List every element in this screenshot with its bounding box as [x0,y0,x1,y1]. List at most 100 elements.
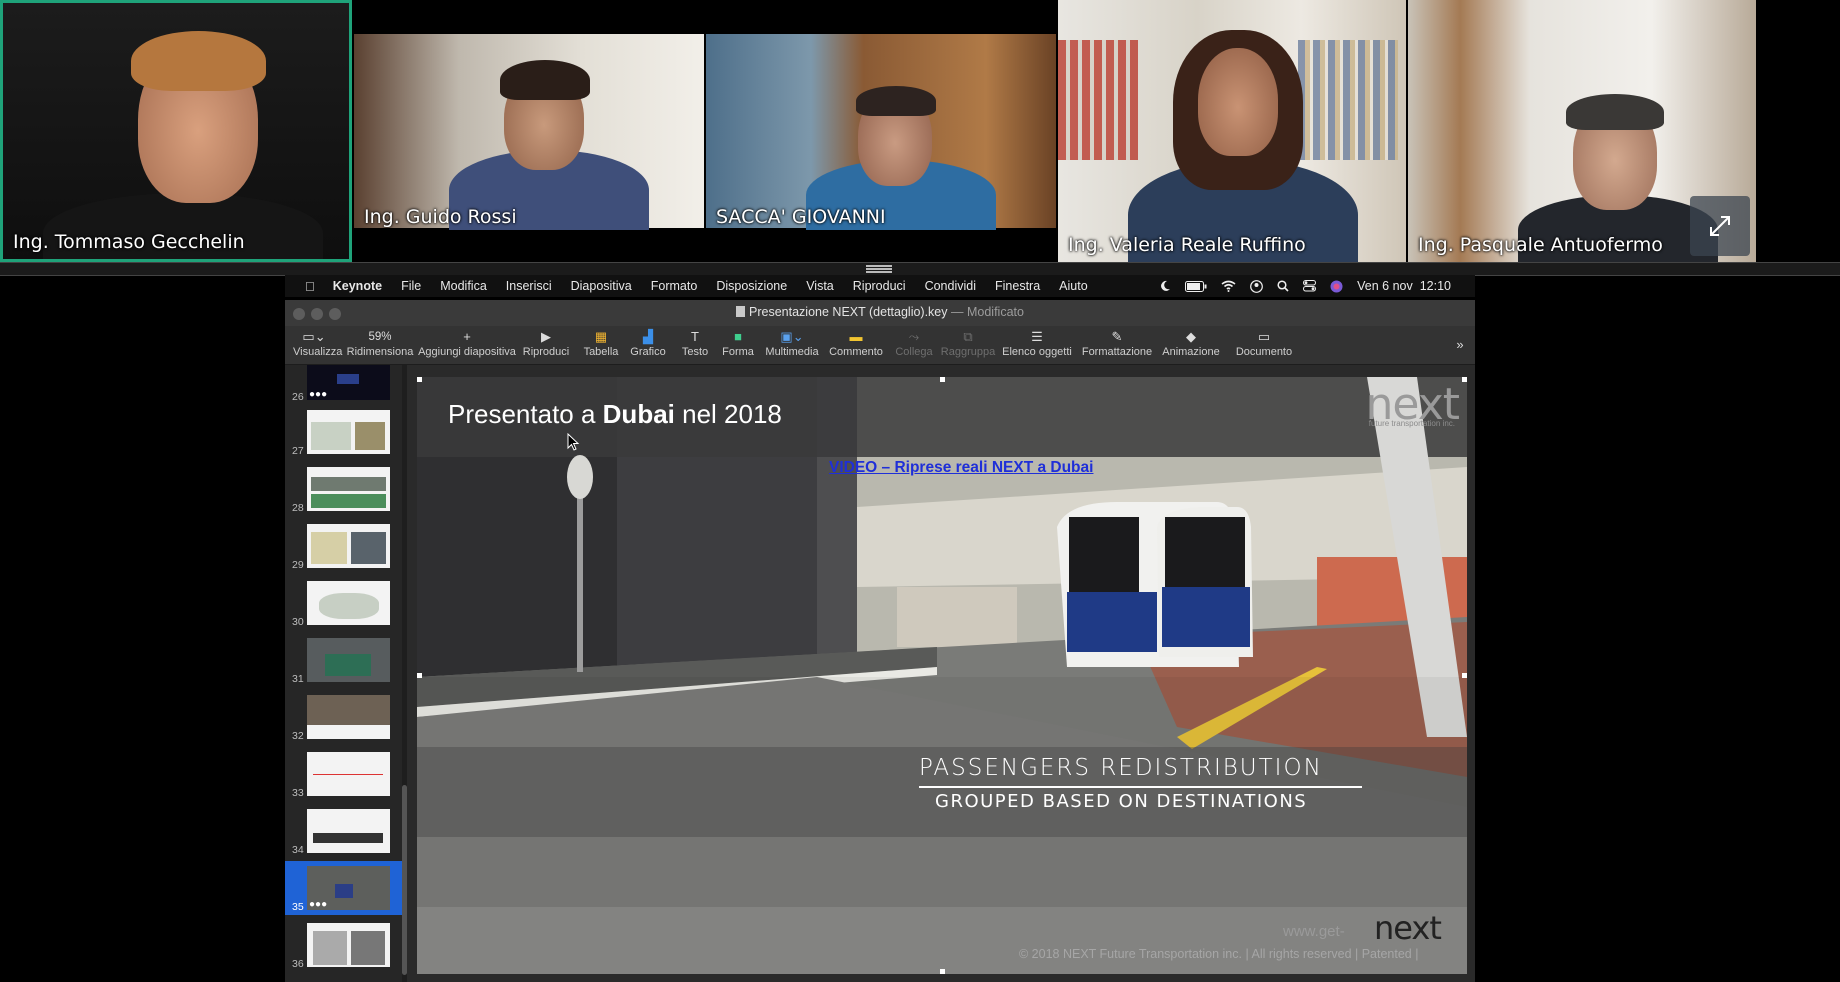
menu-aiuto[interactable]: Aiuto [1059,279,1088,293]
resize-handle[interactable] [417,377,422,382]
participant-name: Ing. Guido Rossi [364,206,517,228]
toolbar-documento[interactable]: ▭ Documento [1231,328,1297,358]
website-text: www.get- [1283,923,1345,940]
zoom-value: 59% [368,331,392,343]
participant-name: Ing. Tommaso Gecchelin [13,231,245,253]
toolbar-formattazione[interactable]: ✎ Formattazione [1079,328,1155,358]
menu-formato[interactable]: Formato [651,279,698,293]
mouse-cursor-icon [567,433,580,451]
apple-icon[interactable]:  [305,279,315,294]
slide-thumb-35-selected[interactable]: ●●● 35 [285,861,402,915]
slide-thumb-31[interactable]: 31 [285,633,402,687]
toolbar-visualizza[interactable]: ▭⌄ Visualizza [293,328,343,358]
animation-icon: ◆ [1186,329,1196,344]
menu-diapositiva[interactable]: Diapositiva [571,279,632,293]
toolbar-raggruppa[interactable]: ⧉ Raggruppa [940,328,996,358]
menu-file[interactable]: File [401,279,421,293]
view-icon: ▭⌄ [302,329,326,344]
document-icon [736,306,746,317]
toolbar-riproduci[interactable]: ▶ Riproduci [521,328,571,358]
user-icon[interactable] [1250,279,1264,293]
menu-app[interactable]: Keynote [333,279,382,293]
resize-grip-icon[interactable] [866,265,892,273]
list-icon: ☰ [1031,329,1043,344]
slide-thumb-28[interactable]: 28 [285,462,402,516]
resize-handle[interactable] [1462,377,1467,382]
toolbar-label: Forma [722,346,754,358]
toolbar-label: Documento [1235,346,1293,358]
menu-vista[interactable]: Vista [806,279,834,293]
video-tile-giovanni[interactable]: SACCA' GIOVANNI [706,0,1056,262]
video-tile-valeria[interactable]: Ing. Valeria Reale Ruffino [1058,0,1406,262]
slide-thumb-29[interactable]: 29 [285,519,402,573]
menu-modifica[interactable]: Modifica [440,279,487,293]
brush-icon: ✎ [1111,329,1123,344]
toolbar-label: Commento [829,346,883,358]
video-tile-pasquale[interactable]: Ing. Pasquale Antuofermo [1408,0,1756,262]
next-logo-bottom: next [1374,909,1442,947]
caption-main[interactable]: PASSENGERS REDISTRIBUTION [919,755,1323,781]
menu-condividi[interactable]: Condividi [925,279,976,293]
toolbar-testo[interactable]: T Testo [675,328,715,358]
toolbar-label: Raggruppa [940,346,996,358]
toolbar-label: Riproduci [522,346,570,358]
toolbar-label: Visualizza [293,346,343,358]
slide-thumb-33[interactable]: 33 [285,747,402,801]
slide-thumb-36[interactable]: 36 [285,918,402,972]
wifi-icon[interactable] [1221,280,1236,292]
toolbar-forma[interactable]: ■ Forma [717,328,759,358]
slide-thumb-34[interactable]: 34 [285,804,402,858]
video-gallery: Ing. Tommaso Gecchelin Ing. Guido Rossi … [0,0,1840,262]
toolbar-grafico[interactable]: ▟ Grafico [625,328,671,358]
toolbar-commento[interactable]: ▬ Commento [825,328,887,358]
toolbar-collega[interactable]: ⤳ Collega [891,328,937,358]
video-link[interactable]: VIDEO – Riprese reali NEXT a Dubai [829,459,1093,477]
slide-thumb-32[interactable]: 32 [285,690,402,744]
gallery-divider[interactable] [0,262,1840,276]
resize-handle[interactable] [940,969,945,974]
toolbar-overflow[interactable]: » [1451,336,1469,354]
toolbar-animazione[interactable]: ◆ Animazione [1158,328,1224,358]
group-icon: ⧉ [963,329,973,344]
toolbar-tabella[interactable]: ▦ Tabella [578,328,624,358]
slide-canvas[interactable]: Presentato a Dubai nel 2018 VIDEO – Ripr… [417,377,1467,974]
slide-thumb-27[interactable]: 27 [285,405,402,459]
toolbar-label: Collega [895,346,933,358]
menu-inserisci[interactable]: Inserisci [506,279,552,293]
resize-handle[interactable] [1462,673,1467,678]
caption-sub[interactable]: GROUPED BASED ON DESTINATIONS [935,791,1307,812]
window-titlebar[interactable]: Presentazione NEXT (dettaglio).key — Mod… [285,300,1475,326]
title-separator: — [951,305,964,319]
battery-icon[interactable] [1185,280,1207,292]
expand-icon[interactable] [1690,196,1750,256]
moon-icon[interactable] [1159,280,1171,292]
slide-thumb-30[interactable]: 30 [285,576,402,630]
menu-disposizione[interactable]: Disposizione [716,279,787,293]
toolbar-aggiungi[interactable]: + Aggiungi diapositiva [417,328,517,358]
keynote-toolbar: ▭⌄ Visualizza 59% Ridimensiona + Aggiung… [285,326,1475,365]
resize-handle[interactable] [417,673,422,678]
siri-icon[interactable] [1330,280,1343,293]
participant-name: SACCA' GIOVANNI [716,206,886,228]
slide-thumb-26[interactable]: ●●● 26 [285,365,402,405]
plus-icon: + [463,329,471,344]
menubar-clock[interactable]: Ven 6 nov 12:10 [1357,279,1451,293]
video-tile-tommaso[interactable]: Ing. Tommaso Gecchelin [0,0,352,262]
toolbar-multimedia[interactable]: ▣⌄ Multimedia [762,328,822,358]
menu-finestra[interactable]: Finestra [995,279,1040,293]
next-logo-subtitle: future transportation inc. [1368,419,1455,428]
resize-handle[interactable] [940,377,945,382]
slide-title[interactable]: Presentato a Dubai nel 2018 [448,399,782,430]
toolbar-label: Grafico [630,346,666,358]
chart-icon: ▟ [643,329,653,344]
search-icon[interactable] [1277,280,1289,292]
navigator-scrollbar[interactable] [402,365,407,982]
toolbar-elenco[interactable]: ☰ Elenco oggetti [1000,328,1074,358]
menu-riproduci[interactable]: Riproduci [853,279,906,293]
toolbar-ridimensiona[interactable]: 59% Ridimensiona [345,328,415,358]
document-status: Modificato [966,305,1024,319]
media-icon: ▣⌄ [780,329,804,344]
video-tile-guido[interactable]: Ing. Guido Rossi [354,0,704,262]
play-icon: ▶ [541,329,551,344]
control-center-icon[interactable] [1303,280,1317,292]
